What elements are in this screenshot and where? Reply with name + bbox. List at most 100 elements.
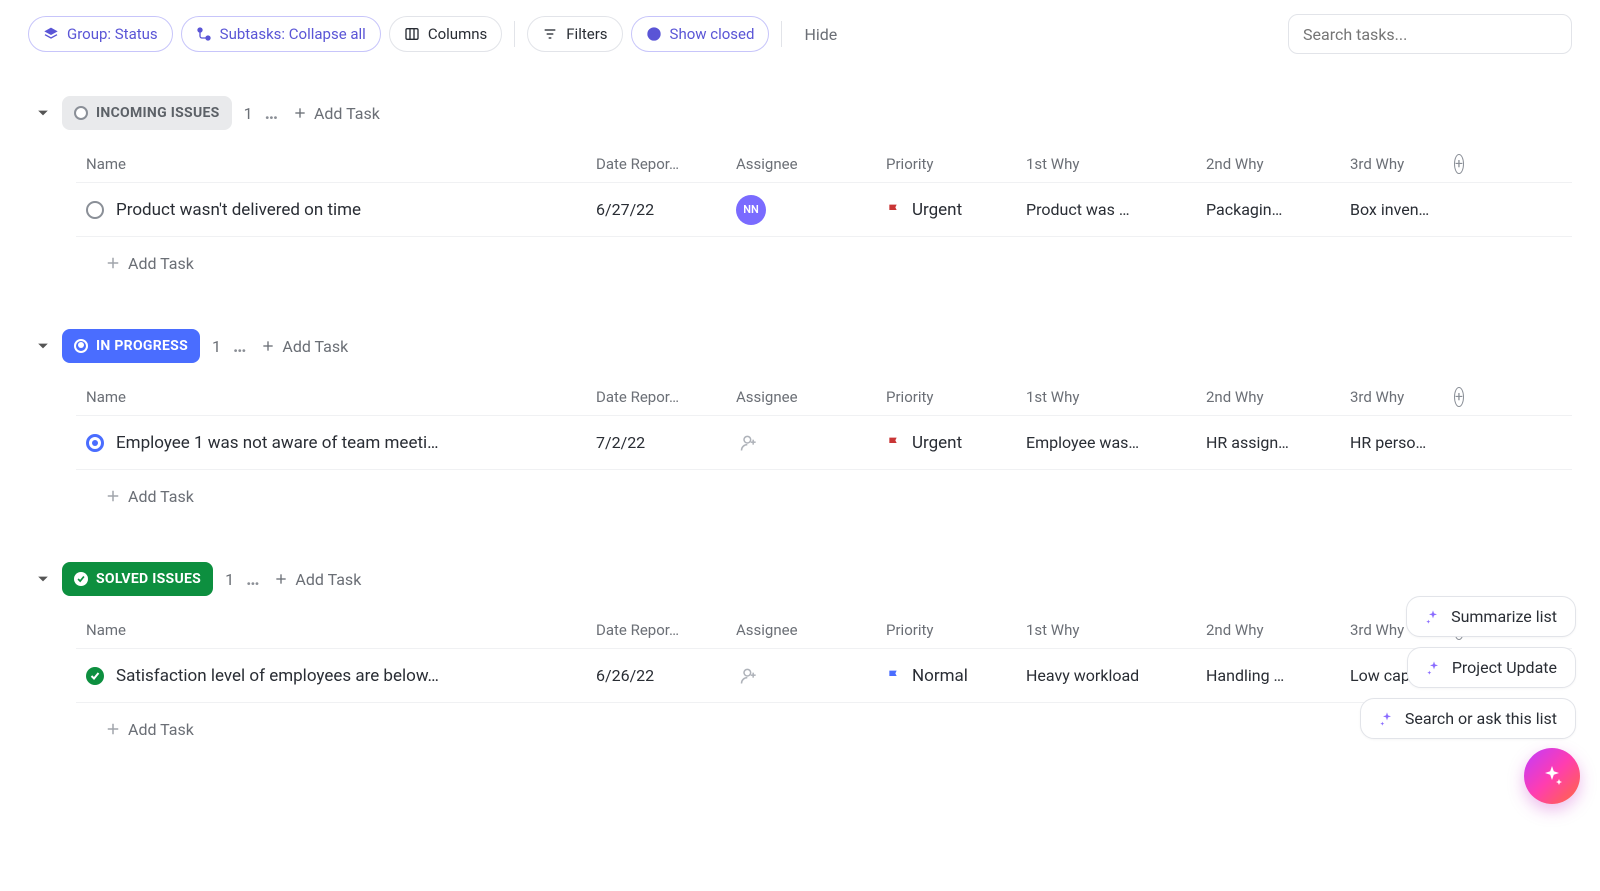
toolbar-divider: [781, 21, 782, 47]
task-why2[interactable]: HR assign…: [1196, 433, 1340, 452]
status-label: INCOMING ISSUES: [96, 105, 220, 121]
plus-icon: [273, 571, 289, 587]
table-row[interactable]: Product wasn't delivered on time 6/27/22…: [76, 183, 1572, 237]
table-row[interactable]: Satisfaction level of employees are belo…: [76, 649, 1572, 703]
status-icon-solved[interactable]: [86, 667, 104, 685]
col-why2[interactable]: 2nd Why: [1196, 388, 1340, 406]
table-row[interactable]: Employee 1 was not aware of team meeti… …: [76, 416, 1572, 470]
ai-summarize-button[interactable]: Summarize list: [1406, 596, 1576, 637]
col-date[interactable]: Date Repor…: [586, 388, 726, 406]
col-assignee[interactable]: Assignee: [726, 155, 876, 173]
table-header: Name Date Repor… Assignee Priority 1st W…: [76, 378, 1572, 416]
add-column-button[interactable]: +: [1454, 387, 1464, 407]
row-add-task-button[interactable]: Add Task: [104, 487, 194, 506]
task-why1[interactable]: Heavy workload: [1016, 666, 1196, 685]
status-label: IN PROGRESS: [96, 338, 188, 354]
task-table: Name Date Repor… Assignee Priority 1st W…: [76, 144, 1572, 289]
col-name[interactable]: Name: [76, 388, 586, 406]
task-table: Name Date Repor… Assignee Priority 1st W…: [76, 610, 1572, 755]
row-add-task-button[interactable]: Add Task: [104, 720, 194, 739]
col-date[interactable]: Date Repor…: [586, 621, 726, 639]
row-add-task-button[interactable]: Add Task: [104, 254, 194, 273]
collapse-icon[interactable]: [36, 339, 50, 353]
status-chip-progress[interactable]: IN PROGRESS: [62, 329, 200, 363]
task-priority[interactable]: Urgent: [876, 433, 1016, 453]
sparkle-icon: [1540, 764, 1564, 788]
col-priority[interactable]: Priority: [876, 621, 1016, 639]
col-why3[interactable]: 3rd Why: [1340, 155, 1444, 173]
ai-search-ask-button[interactable]: Search or ask this list: [1360, 698, 1576, 739]
check-circle-icon: [646, 26, 662, 42]
col-name[interactable]: Name: [76, 621, 586, 639]
status-chip-incoming[interactable]: INCOMING ISSUES: [62, 96, 232, 130]
ai-suggestions-panel: Summarize list Project Update Search or …: [1360, 596, 1576, 739]
show-closed-button[interactable]: Show closed: [631, 16, 770, 52]
task-title: Employee 1 was not aware of team meeti…: [116, 433, 576, 453]
task-why1[interactable]: Employee was…: [1016, 433, 1196, 452]
flag-icon: [886, 202, 902, 218]
col-why3[interactable]: 3rd Why: [1340, 388, 1444, 406]
task-assignee[interactable]: [726, 663, 876, 689]
group-more-button[interactable]: …: [265, 103, 280, 124]
task-assignee[interactable]: NN: [726, 195, 876, 225]
col-priority[interactable]: Priority: [876, 155, 1016, 173]
col-why2[interactable]: 2nd Why: [1196, 155, 1340, 173]
sparkle-icon: [1379, 711, 1395, 727]
group-button[interactable]: Group: Status: [28, 16, 173, 52]
col-why1[interactable]: 1st Why: [1016, 621, 1196, 639]
filters-button[interactable]: Filters: [527, 16, 622, 52]
col-why1[interactable]: 1st Why: [1016, 388, 1196, 406]
status-icon-progress[interactable]: [86, 434, 104, 452]
search-input[interactable]: [1288, 14, 1572, 54]
collapse-icon[interactable]: [36, 106, 50, 120]
add-task-label: Add Task: [314, 104, 380, 123]
group-header: SOLVED ISSUES 1 … Add Task: [28, 562, 1572, 596]
group-in-progress: IN PROGRESS 1 … Add Task Name Date Repor…: [28, 329, 1572, 522]
assignee-add-icon: [736, 663, 762, 689]
task-date[interactable]: 6/27/22: [586, 200, 726, 219]
status-bullet-icon: [74, 339, 88, 353]
group-add-task-button[interactable]: Add Task: [292, 104, 380, 123]
columns-button[interactable]: Columns: [389, 16, 502, 52]
task-why1[interactable]: Product was …: [1016, 200, 1196, 219]
collapse-icon[interactable]: [36, 572, 50, 586]
status-chip-solved[interactable]: SOLVED ISSUES: [62, 562, 213, 596]
task-date[interactable]: 6/26/22: [586, 666, 726, 685]
filter-icon: [542, 26, 558, 42]
task-priority[interactable]: Urgent: [876, 200, 1016, 220]
subtasks-button[interactable]: Subtasks: Collapse all: [181, 16, 381, 52]
group-solved: SOLVED ISSUES 1 … Add Task Name Date Rep…: [28, 562, 1572, 755]
col-priority[interactable]: Priority: [876, 388, 1016, 406]
subtasks-button-label: Subtasks: Collapse all: [220, 25, 366, 43]
col-why2[interactable]: 2nd Why: [1196, 621, 1340, 639]
group-add-task-button[interactable]: Add Task: [260, 337, 348, 356]
task-table: Name Date Repor… Assignee Priority 1st W…: [76, 377, 1572, 522]
ai-fab-button[interactable]: [1524, 748, 1580, 804]
sparkle-icon: [1425, 609, 1441, 625]
col-date[interactable]: Date Repor…: [586, 155, 726, 173]
col-assignee[interactable]: Assignee: [726, 621, 876, 639]
status-icon-incoming[interactable]: [86, 201, 104, 219]
task-why2[interactable]: Packagin…: [1196, 200, 1340, 219]
task-date[interactable]: 7/2/22: [586, 433, 726, 452]
group-more-button[interactable]: …: [246, 569, 261, 590]
ai-project-update-label: Project Update: [1452, 658, 1557, 677]
group-incoming: INCOMING ISSUES 1 … Add Task Name Date R…: [28, 96, 1572, 289]
task-priority[interactable]: Normal: [876, 666, 1016, 686]
task-why2[interactable]: Handling …: [1196, 666, 1340, 685]
table-footer: Add Task: [76, 237, 1572, 289]
task-why3[interactable]: HR perso…: [1340, 433, 1444, 452]
task-why3[interactable]: Box inven…: [1340, 200, 1444, 219]
task-assignee[interactable]: [726, 430, 876, 456]
add-task-label: Add Task: [128, 487, 194, 506]
task-title: Satisfaction level of employees are belo…: [116, 666, 576, 686]
col-why1[interactable]: 1st Why: [1016, 155, 1196, 173]
add-column-button[interactable]: +: [1454, 154, 1464, 174]
col-assignee[interactable]: Assignee: [726, 388, 876, 406]
group-add-task-button[interactable]: Add Task: [273, 570, 361, 589]
col-name[interactable]: Name: [76, 155, 586, 173]
hide-button[interactable]: Hide: [794, 25, 847, 44]
layers-icon: [43, 26, 59, 42]
group-more-button[interactable]: …: [233, 336, 248, 357]
ai-project-update-button[interactable]: Project Update: [1407, 647, 1576, 688]
